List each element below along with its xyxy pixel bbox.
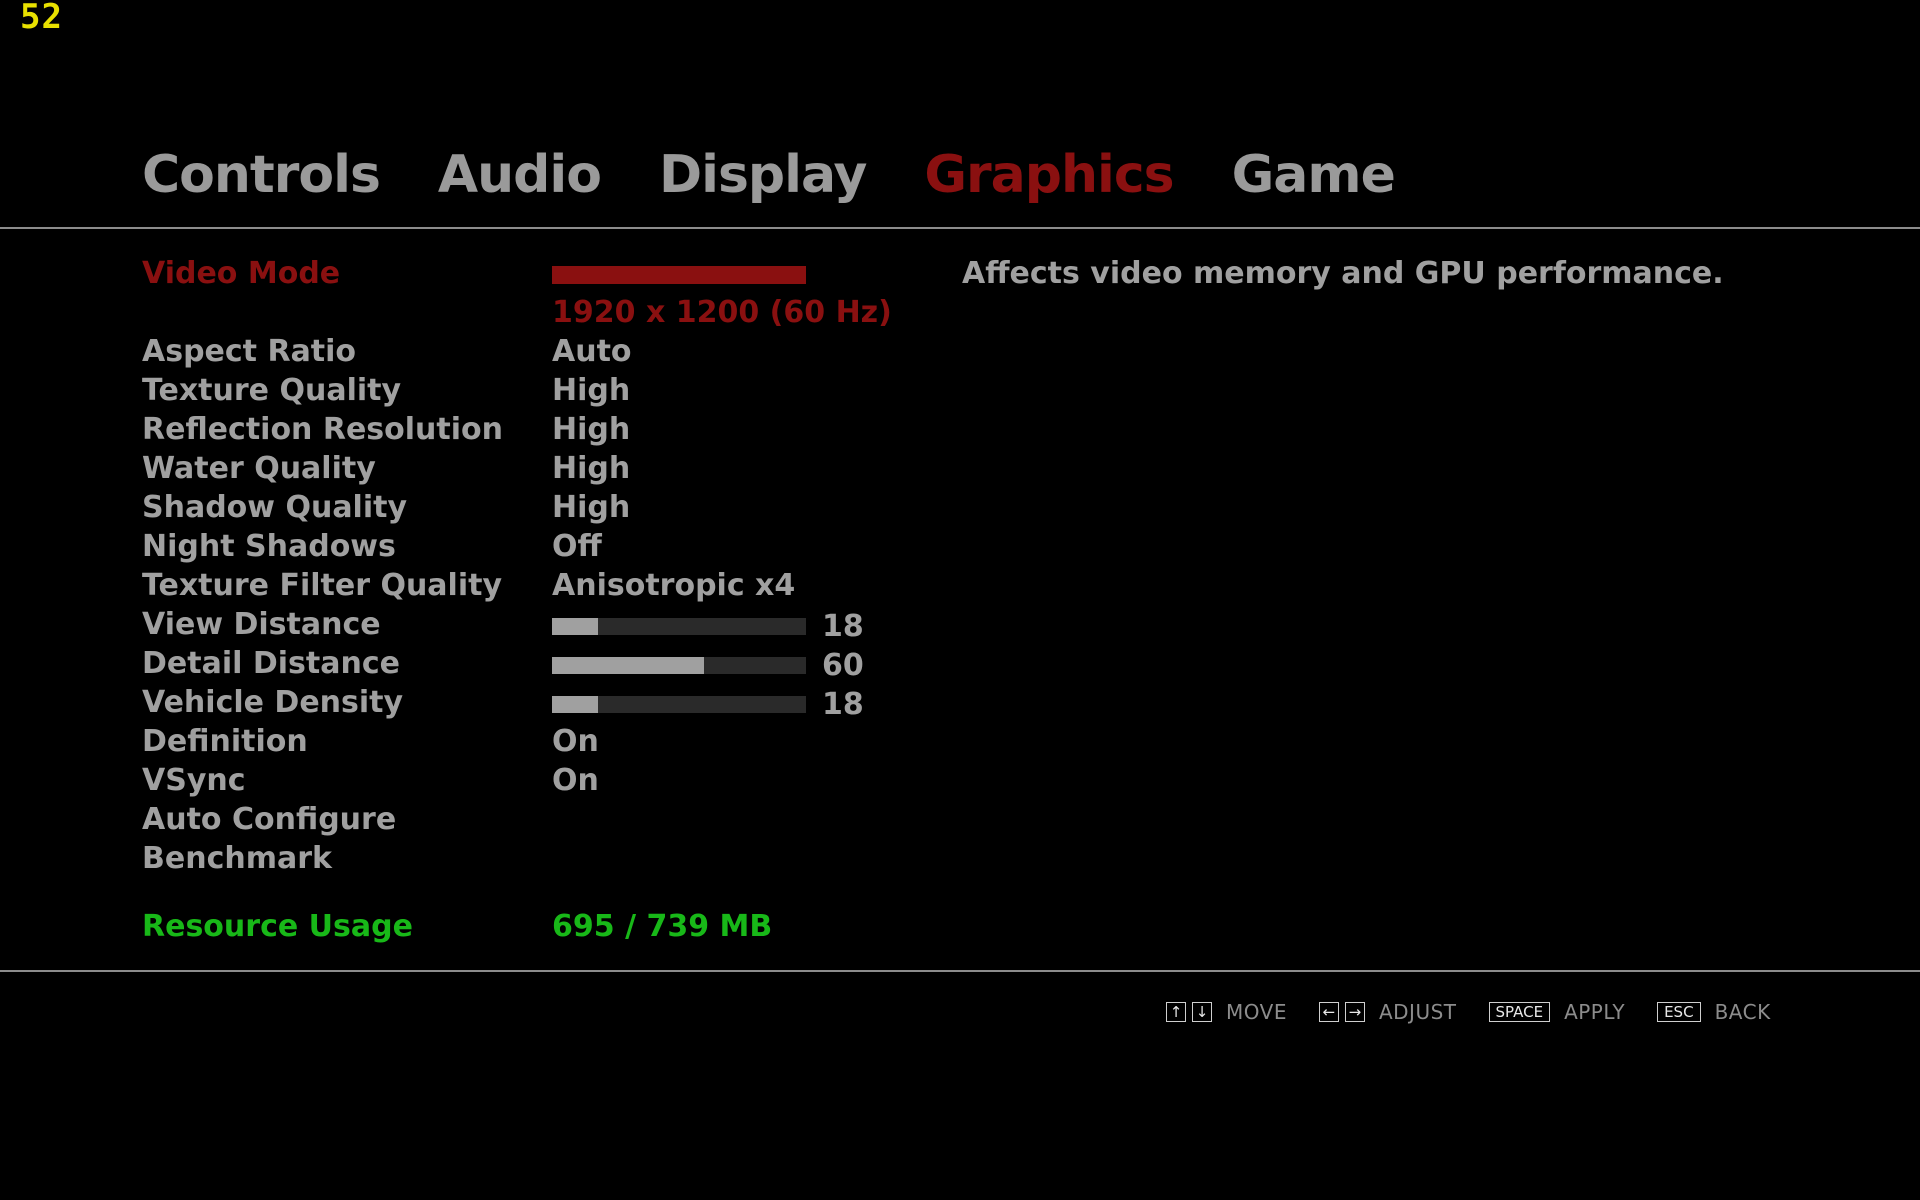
resource-usage-label: Resource Usage (142, 909, 413, 944)
setting-definition[interactable]: Definition (142, 724, 308, 760)
menu-tabs: Controls Audio Display Graphics Game (142, 145, 1396, 205)
setting-vehicle-density[interactable]: Vehicle Density (142, 685, 403, 721)
tab-audio[interactable]: Audio (438, 145, 602, 205)
right-arrow-key-icon: → (1344, 1002, 1365, 1022)
vehicle-density-value: 18 (822, 687, 864, 722)
texture-quality-value[interactable]: High (552, 373, 630, 409)
detail-distance-value: 60 (822, 648, 864, 683)
setting-night-shadows[interactable]: Night Shadows (142, 529, 396, 565)
setting-benchmark[interactable]: Benchmark (142, 841, 332, 877)
vsync-value[interactable]: On (552, 763, 599, 799)
texture-filter-quality-value[interactable]: Anisotropic x4 (552, 568, 795, 604)
move-hint[interactable]: MOVE (1226, 1000, 1287, 1024)
video-mode-value[interactable]: 1920 x 1200 (60 Hz) (552, 295, 892, 331)
back-button[interactable]: BACK (1715, 1000, 1771, 1024)
esc-key-icon: ESC (1657, 1002, 1701, 1022)
setting-reflection-resolution[interactable]: Reflection Resolution (142, 412, 503, 448)
setting-detail-distance[interactable]: Detail Distance (142, 646, 400, 682)
detail-distance-slider[interactable] (552, 657, 806, 674)
setting-vsync[interactable]: VSync (142, 763, 246, 799)
adjust-hint[interactable]: ADJUST (1379, 1000, 1457, 1024)
detail-distance-slider-fill (552, 657, 705, 674)
tab-game[interactable]: Game (1232, 145, 1396, 205)
view-distance-slider[interactable] (552, 618, 806, 635)
down-arrow-key-icon: ↓ (1192, 1002, 1212, 1022)
resource-usage-value: 695 / 739 MB (552, 909, 773, 944)
setting-description: Affects video memory and GPU performance… (962, 256, 1724, 291)
space-key-icon: SPACE (1488, 1002, 1551, 1022)
shadow-quality-value[interactable]: High (552, 490, 630, 526)
header-divider (0, 227, 1920, 229)
tab-display[interactable]: Display (659, 145, 867, 205)
setting-auto-configure[interactable]: Auto Configure (142, 802, 396, 838)
setting-shadow-quality[interactable]: Shadow Quality (142, 490, 407, 526)
apply-button[interactable]: APPLY (1564, 1000, 1625, 1024)
view-distance-slider-fill (552, 618, 598, 635)
reflection-resolution-value[interactable]: High (552, 412, 630, 448)
video-mode-selector-bar[interactable] (552, 266, 806, 284)
setting-water-quality[interactable]: Water Quality (142, 451, 376, 487)
setting-aspect-ratio[interactable]: Aspect Ratio (142, 334, 356, 370)
tab-controls[interactable]: Controls (142, 145, 381, 205)
footer-divider (0, 970, 1920, 972)
tab-graphics[interactable]: Graphics (924, 145, 1174, 205)
fps-counter: 52 (20, 0, 63, 37)
aspect-ratio-value[interactable]: Auto (552, 334, 632, 370)
control-hints: ↑ ↓ MOVE ← → ADJUST SPACE APPLY ESC BACK (1166, 1000, 1803, 1024)
water-quality-value[interactable]: High (552, 451, 630, 487)
left-arrow-key-icon: ← (1318, 1002, 1339, 1022)
setting-texture-filter-quality[interactable]: Texture Filter Quality (142, 568, 502, 604)
setting-video-mode[interactable]: Video Mode (142, 256, 340, 292)
setting-view-distance[interactable]: View Distance (142, 607, 381, 643)
setting-texture-quality[interactable]: Texture Quality (142, 373, 401, 409)
vehicle-density-slider[interactable] (552, 696, 806, 713)
view-distance-value: 18 (822, 609, 864, 644)
up-arrow-key-icon: ↑ (1166, 1002, 1186, 1022)
definition-value[interactable]: On (552, 724, 599, 760)
vehicle-density-slider-fill (552, 696, 598, 713)
night-shadows-value[interactable]: Off (552, 529, 602, 565)
